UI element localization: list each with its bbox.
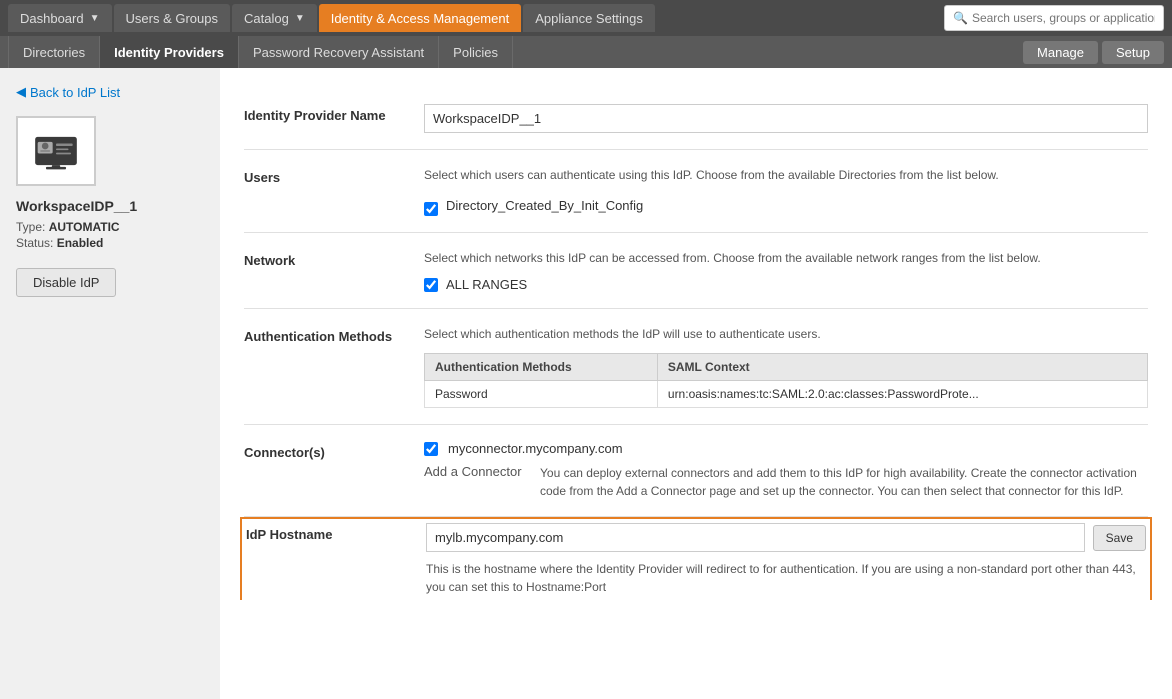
manage-button[interactable]: Manage bbox=[1023, 41, 1098, 64]
all-ranges-label: ALL RANGES bbox=[446, 277, 527, 292]
directory-checkbox[interactable] bbox=[424, 202, 438, 216]
nav-catalog[interactable]: Catalog ▼ bbox=[232, 4, 317, 32]
connector-checkbox[interactable] bbox=[424, 442, 438, 456]
form-panel: Identity Provider Name Users Select whic… bbox=[220, 68, 1172, 699]
sub-nav-items: Directories Identity Providers Password … bbox=[8, 36, 1023, 68]
auth-methods-table: Authentication Methods SAML Context Pass… bbox=[424, 353, 1148, 408]
setup-button[interactable]: Setup bbox=[1102, 41, 1164, 64]
idp-name-label: Identity Provider Name bbox=[244, 104, 424, 133]
idp-name-section: Identity Provider Name bbox=[244, 88, 1148, 150]
main-content: ◀ Back to IdP List WorkspaceIDP__1 Type:… bbox=[0, 68, 1172, 699]
connector-row: myconnector.mycompany.com bbox=[424, 441, 1148, 456]
directory-checkbox-label: Directory_Created_By_Init_Config bbox=[446, 198, 643, 213]
users-section: Users Select which users can authenticat… bbox=[244, 150, 1148, 233]
connectors-section: Connector(s) myconnector.mycompany.com A… bbox=[244, 425, 1148, 517]
back-arrow-icon: ◀ bbox=[16, 84, 26, 100]
auth-table-col-methods: Authentication Methods bbox=[425, 354, 658, 381]
sub-navigation: Directories Identity Providers Password … bbox=[0, 36, 1172, 68]
idp-hostname-input[interactable] bbox=[426, 523, 1085, 552]
idp-hostname-content: Save This is the hostname where the Iden… bbox=[426, 523, 1146, 596]
hostname-save-button[interactable]: Save bbox=[1093, 525, 1146, 551]
nav-dashboard[interactable]: Dashboard ▼ bbox=[8, 4, 112, 32]
connectors-label: Connector(s) bbox=[244, 441, 424, 500]
sub-nav-actions: Manage Setup bbox=[1023, 41, 1164, 64]
nav-users-groups[interactable]: Users & Groups bbox=[114, 4, 230, 32]
table-row: Password urn:oasis:names:tc:SAML:2.0:ac:… bbox=[425, 381, 1148, 408]
idp-type: Type: AUTOMATIC bbox=[16, 220, 120, 234]
idp-icon-box bbox=[16, 116, 96, 186]
auth-methods-content: Select which authentication methods the … bbox=[424, 325, 1148, 408]
tab-directories[interactable]: Directories bbox=[8, 36, 100, 68]
users-label: Users bbox=[244, 166, 424, 216]
tab-policies[interactable]: Policies bbox=[439, 36, 513, 68]
idp-hostname-label: IdP Hostname bbox=[246, 523, 426, 596]
auth-table-header-row: Authentication Methods SAML Context bbox=[425, 354, 1148, 381]
idp-name-content bbox=[424, 104, 1148, 133]
users-checkbox-row: Directory_Created_By_Init_Config bbox=[424, 194, 1148, 216]
back-to-idp-list-link[interactable]: ◀ Back to IdP List bbox=[16, 84, 120, 100]
connectors-content: myconnector.mycompany.com Add a Connecto… bbox=[424, 441, 1148, 500]
auth-methods-description: Select which authentication methods the … bbox=[424, 325, 1148, 343]
search-icon: 🔍 bbox=[953, 11, 968, 25]
add-connector-label: Add a Connector bbox=[424, 464, 524, 500]
network-section: Network Select which networks this IdP c… bbox=[244, 233, 1148, 309]
add-connector-description: You can deploy external connectors and a… bbox=[540, 464, 1148, 500]
search-bar[interactable]: 🔍 bbox=[944, 5, 1164, 31]
network-content: Select which networks this IdP can be ac… bbox=[424, 249, 1148, 292]
tab-identity-providers[interactable]: Identity Providers bbox=[100, 36, 239, 68]
top-nav-left: Dashboard ▼ Users & Groups Catalog ▼ Ide… bbox=[8, 4, 944, 32]
add-connector-row: Add a Connector You can deploy external … bbox=[424, 464, 1148, 500]
nav-identity-access[interactable]: Identity & Access Management bbox=[319, 4, 521, 32]
left-panel: ◀ Back to IdP List WorkspaceIDP__1 Type:… bbox=[0, 68, 220, 699]
tab-password-recovery[interactable]: Password Recovery Assistant bbox=[239, 36, 439, 68]
idp-icon bbox=[31, 126, 81, 176]
idp-hostname-description: This is the hostname where the Identity … bbox=[426, 560, 1146, 596]
network-description: Select which networks this IdP can be ac… bbox=[424, 249, 1148, 267]
auth-methods-label: Authentication Methods bbox=[244, 325, 424, 408]
top-navigation: Dashboard ▼ Users & Groups Catalog ▼ Ide… bbox=[0, 0, 1172, 36]
hostname-input-wrapper: Save bbox=[426, 523, 1146, 552]
disable-idp-button[interactable]: Disable IdP bbox=[16, 268, 116, 297]
idp-name: WorkspaceIDP__1 bbox=[16, 198, 137, 214]
all-ranges-checkbox[interactable] bbox=[424, 278, 438, 292]
idp-status: Status: Enabled bbox=[16, 236, 103, 250]
idp-name-input[interactable] bbox=[424, 104, 1148, 133]
auth-methods-section: Authentication Methods Select which auth… bbox=[244, 309, 1148, 425]
users-content: Select which users can authenticate usin… bbox=[424, 166, 1148, 216]
connector-hostname: myconnector.mycompany.com bbox=[448, 441, 623, 456]
idp-hostname-section: IdP Hostname Save This is the hostname w… bbox=[240, 517, 1152, 600]
search-input[interactable] bbox=[972, 11, 1155, 25]
auth-table-col-saml: SAML Context bbox=[657, 354, 1147, 381]
auth-saml-context: urn:oasis:names:tc:SAML:2.0:ac:classes:P… bbox=[657, 381, 1147, 408]
network-checkbox-row: ALL RANGES bbox=[424, 277, 1148, 292]
auth-method-name: Password bbox=[425, 381, 658, 408]
users-description: Select which users can authenticate usin… bbox=[424, 166, 1148, 184]
nav-appliance-settings[interactable]: Appliance Settings bbox=[523, 4, 655, 32]
network-label: Network bbox=[244, 249, 424, 292]
dashboard-dropdown-arrow: ▼ bbox=[90, 13, 100, 24]
catalog-dropdown-arrow: ▼ bbox=[295, 13, 305, 24]
